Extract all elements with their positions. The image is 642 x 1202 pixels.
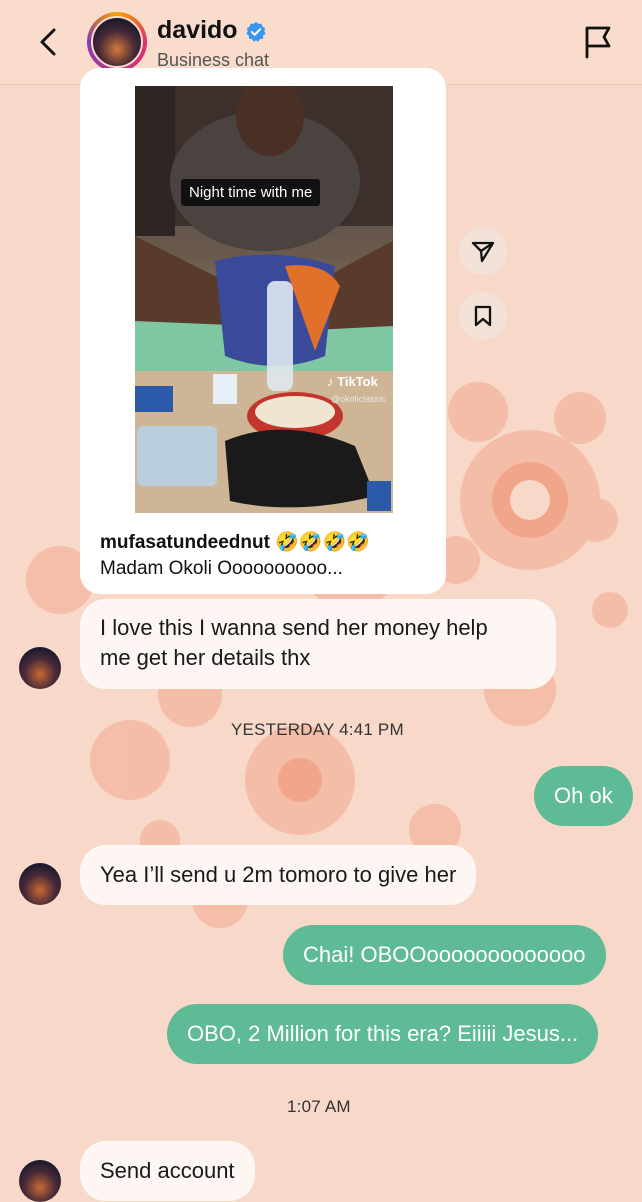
outgoing-message[interactable]: OBO, 2 Million for this era? Eiiiii Jesu… [167,1004,599,1064]
video-scene [135,86,393,513]
outgoing-message[interactable]: Chai! OBOOooooooooooooo [283,925,606,985]
message-text: me get her details thx [100,645,311,670]
incoming-message[interactable]: I love this I wanna send her money help … [80,599,556,689]
save-button[interactable] [459,292,507,340]
timestamp: YESTERDAY 4:41 PM [231,720,404,739]
message-text: I love this I wanna send her money help [100,615,488,640]
tiktok-watermark: ♪ TikTok [327,374,378,389]
sender-avatar[interactable] [19,1160,61,1202]
contact-name[interactable]: davido [157,16,238,45]
send-icon [471,241,495,263]
post-caption: Madam Okoli Oooooooooo... [100,558,343,579]
chevron-left-icon[interactable] [30,22,70,62]
video-caption: Night time with me [181,179,321,206]
verified-badge-icon [246,21,266,42]
incoming-message[interactable]: Send account [80,1141,255,1201]
bookmark-icon [474,305,492,327]
flag-icon[interactable] [578,22,618,62]
share-button[interactable] [459,227,507,275]
profile-avatar[interactable] [87,12,147,72]
timestamp: 1:07 AM [287,1097,351,1116]
post-username[interactable]: mufasatundeednut 🤣🤣🤣🤣 [100,530,370,554]
incoming-message[interactable]: Yea I’ll send u 2m tomoro to give her [80,845,477,905]
sender-avatar[interactable] [19,647,61,689]
emoji-reactions: 🤣🤣🤣🤣 [275,532,370,553]
post-video-thumbnail[interactable]: Night time with me ♪ TikTok @okoliclassi… [135,86,393,513]
shared-post-card[interactable]: Night time with me ♪ TikTok @okoliclassi… [80,68,446,594]
sender-avatar[interactable] [19,863,61,905]
outgoing-message[interactable]: Oh ok [534,766,633,826]
tiktok-handle: @okoliclassic [331,394,386,404]
